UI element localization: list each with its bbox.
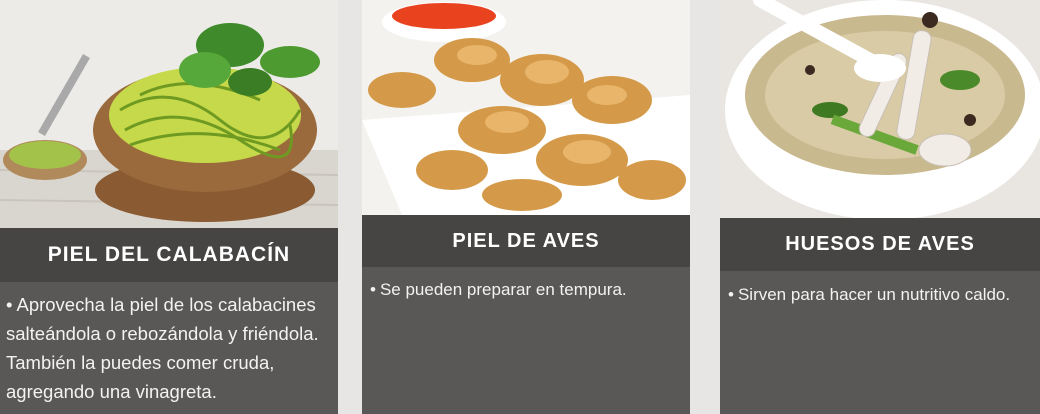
card-piel-aves: PIEL DE AVES • Se pueden preparar en temp…: [362, 0, 690, 414]
description-text: Se pueden preparar en tempura.: [379, 280, 627, 299]
fried-chicken-skin-image: [362, 0, 690, 215]
chicken-broth-image: [720, 0, 1040, 218]
card-description: • Sirven para hacer un nutritivo caldo.: [728, 282, 1032, 307]
card-title: PIEL DE AVES: [362, 215, 690, 267]
card-title: PIEL DEL CALABACÍN: [0, 228, 338, 282]
card-piel-calabacin: PIEL DEL CALABACÍN • Aprovecha la piel de…: [0, 0, 338, 414]
bullet: •: [728, 285, 734, 304]
bullet: •: [6, 294, 13, 315]
bullet: •: [370, 280, 376, 299]
card-description: • Se pueden preparar en tempura.: [370, 280, 686, 300]
card-description: • Aprovecha la piel de los calabacines sa…: [6, 290, 332, 406]
zucchini-noodles-image: [0, 0, 338, 228]
description-text: Aprovecha la piel de los calabacines sal…: [6, 294, 319, 402]
card-title: HUESOS DE AVES: [720, 218, 1040, 271]
card-huesos-aves: HUESOS DE AVES • Sirven para hacer un nut…: [720, 0, 1040, 414]
description-text: Sirven para hacer un nutritivo caldo.: [737, 285, 1011, 304]
